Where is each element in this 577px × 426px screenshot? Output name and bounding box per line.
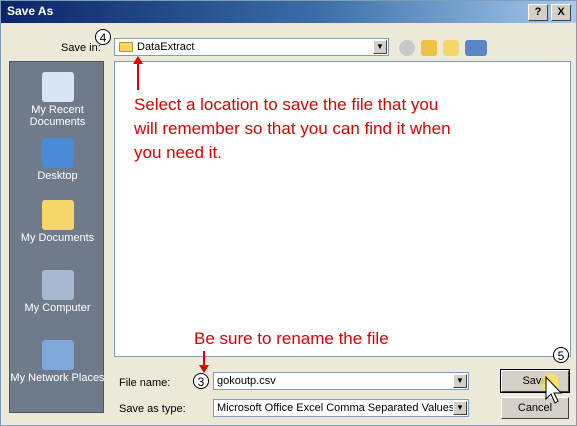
- place-my-computer[interactable]: My Computer: [10, 270, 105, 314]
- arrow-down-annotation: [199, 351, 209, 373]
- up-folder-icon[interactable]: [421, 40, 437, 56]
- new-folder-icon[interactable]: [443, 40, 459, 56]
- dialog-title: Save As: [7, 4, 54, 18]
- place-network-places[interactable]: My Network Places: [10, 340, 105, 384]
- folder-icon: [119, 42, 133, 52]
- chevron-down-icon[interactable]: ▼: [373, 40, 387, 54]
- place-label: My Network Places: [10, 372, 105, 384]
- chevron-down-icon[interactable]: ▼: [453, 374, 467, 388]
- place-label: My Computer: [24, 302, 91, 314]
- step-3-marker: 3: [193, 373, 209, 389]
- save-as-type-label: Save as type:: [119, 403, 186, 415]
- location-note: Select a location to save the file that …: [134, 95, 451, 162]
- network-places-icon: [41, 340, 74, 370]
- mouse-pointer-icon: [542, 374, 563, 404]
- save-as-type-select[interactable]: Microsoft Office Excel Comma Separated V…: [213, 399, 469, 417]
- step-5-marker: 5: [553, 347, 569, 363]
- file-name-value: gokoutp.csv: [217, 375, 276, 387]
- back-icon[interactable]: [399, 40, 415, 56]
- place-label: Desktop: [37, 170, 78, 182]
- title-bar[interactable]: Save As ? X: [1, 1, 576, 23]
- recent-documents-icon: [41, 72, 74, 102]
- place-label: My Recent Documents: [29, 104, 86, 128]
- file-name-label: File name:: [119, 377, 171, 389]
- save-as-type-value: Microsoft Office Excel Comma Separated V…: [217, 402, 455, 414]
- close-button[interactable]: X: [551, 4, 571, 21]
- rename-note: Be sure to rename the file: [194, 329, 389, 348]
- place-label: My Documents: [20, 232, 95, 244]
- place-recent-documents[interactable]: My Recent Documents: [10, 72, 105, 128]
- place-desktop[interactable]: Desktop: [10, 138, 105, 182]
- my-documents-icon: [41, 200, 74, 230]
- save-in-label: Save in:: [61, 42, 101, 54]
- chevron-down-icon[interactable]: ▼: [453, 401, 467, 415]
- places-bar: My Recent Documents Desktop My Documents…: [9, 61, 105, 413]
- desktop-icon: [41, 138, 74, 168]
- help-button[interactable]: ?: [528, 4, 548, 21]
- views-menu-icon[interactable]: [465, 40, 487, 56]
- arrow-up-annotation: [133, 56, 143, 90]
- save-in-value: DataExtract: [137, 41, 195, 53]
- save-in-dropdown[interactable]: DataExtract ▼: [114, 38, 389, 56]
- place-my-documents[interactable]: My Documents: [10, 200, 105, 244]
- file-name-input[interactable]: gokoutp.csv ▼: [213, 372, 469, 390]
- save-as-dialog: Save As ? X Save in: DataExtract ▼ My Re…: [0, 0, 577, 426]
- my-computer-icon: [41, 270, 74, 300]
- step-4-marker: 4: [95, 29, 111, 45]
